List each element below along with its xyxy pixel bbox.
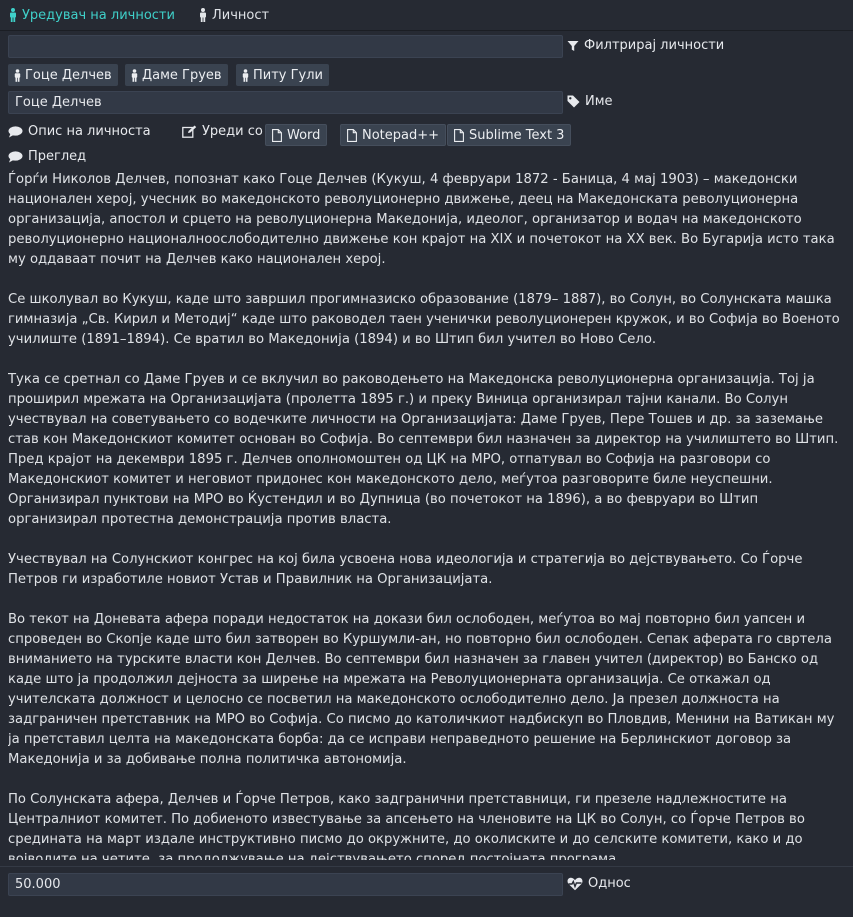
filter-input[interactable] xyxy=(8,35,563,58)
file-icon xyxy=(347,128,357,142)
edit-with-label-text: Уреди со xyxy=(202,124,263,139)
person-chip-goce[interactable]: Гоце Делчев xyxy=(8,64,118,86)
relation-label-text: Однос xyxy=(588,876,631,891)
filter-label-text: Филтрирај личности xyxy=(584,38,725,53)
edit-notepadpp-label: Notepad++ xyxy=(362,127,440,143)
edit-sublime-button[interactable]: Sublime Text 3 xyxy=(447,124,572,146)
edit-with-label: Уреди со xyxy=(182,124,263,139)
person-icon xyxy=(14,68,21,82)
tag-icon xyxy=(567,95,580,108)
person-chip-dame[interactable]: Даме Груев xyxy=(125,64,228,86)
description-preview: Ѓорѓи Николов Делчев, попознат како Гоце… xyxy=(8,170,846,860)
edit-sublime-label: Sublime Text 3 xyxy=(469,127,565,143)
relation-input[interactable]: 50.000 xyxy=(8,873,563,896)
person-chip-pitu[interactable]: Питу Гули xyxy=(236,64,330,86)
relation-label: Однос xyxy=(567,876,631,891)
tab-person[interactable]: Личност xyxy=(198,6,269,24)
preview-label-text: Преглед xyxy=(28,149,87,164)
person-icon xyxy=(10,8,16,22)
edit-word-label: Word xyxy=(287,127,321,143)
description-label-text: Опис на личноста xyxy=(28,124,151,139)
tab-person-editor-label: Уредувач на личности xyxy=(22,7,175,23)
comment-icon xyxy=(8,125,23,137)
person-chip-label: Гоце Делчев xyxy=(25,67,112,83)
edit-icon xyxy=(182,125,197,138)
person-chip-label: Питу Гули xyxy=(253,67,324,83)
preview-label: Преглед xyxy=(8,149,86,164)
description-paragraph: Ѓорѓи Николов Делчев, попознат како Гоце… xyxy=(8,172,835,267)
description-label: Опис на личноста xyxy=(8,124,151,139)
name-input[interactable]: Гоце Делчев xyxy=(8,91,563,114)
filter-label: Филтрирај личности xyxy=(567,38,724,53)
name-label-text: Име xyxy=(585,94,613,109)
person-icon xyxy=(200,8,206,22)
edit-word-button[interactable]: Word xyxy=(265,124,328,146)
comment-icon xyxy=(8,150,23,162)
edit-notepadpp-button[interactable]: Notepad++ xyxy=(340,124,447,146)
name-label: Име xyxy=(567,94,613,109)
person-icon xyxy=(242,68,249,82)
description-paragraph: Учествувал на Солунскиот конгрес на кој … xyxy=(8,552,803,587)
heartbeat-icon xyxy=(567,877,583,890)
description-paragraph: Тука се сретнал со Даме Груев и се вклуч… xyxy=(8,372,839,527)
description-paragraph: По Солунската афера, Делчев и Ѓорче Петр… xyxy=(8,792,805,860)
top-tab-bar: Уредувач на личности Личност xyxy=(0,0,853,31)
tab-person-editor[interactable]: Уредувач на личности xyxy=(8,6,175,24)
divider xyxy=(0,866,853,867)
person-chip-label: Даме Груев xyxy=(142,67,222,83)
tab-person-label: Личност xyxy=(212,7,270,23)
description-paragraph: Во текот на Доневата афера поради недост… xyxy=(8,612,835,767)
file-icon xyxy=(454,128,464,142)
file-icon xyxy=(272,128,282,142)
person-icon xyxy=(131,68,138,82)
filter-icon xyxy=(567,40,579,51)
description-paragraph: Се школувал во Кукуш, каде што завршил п… xyxy=(8,292,840,347)
